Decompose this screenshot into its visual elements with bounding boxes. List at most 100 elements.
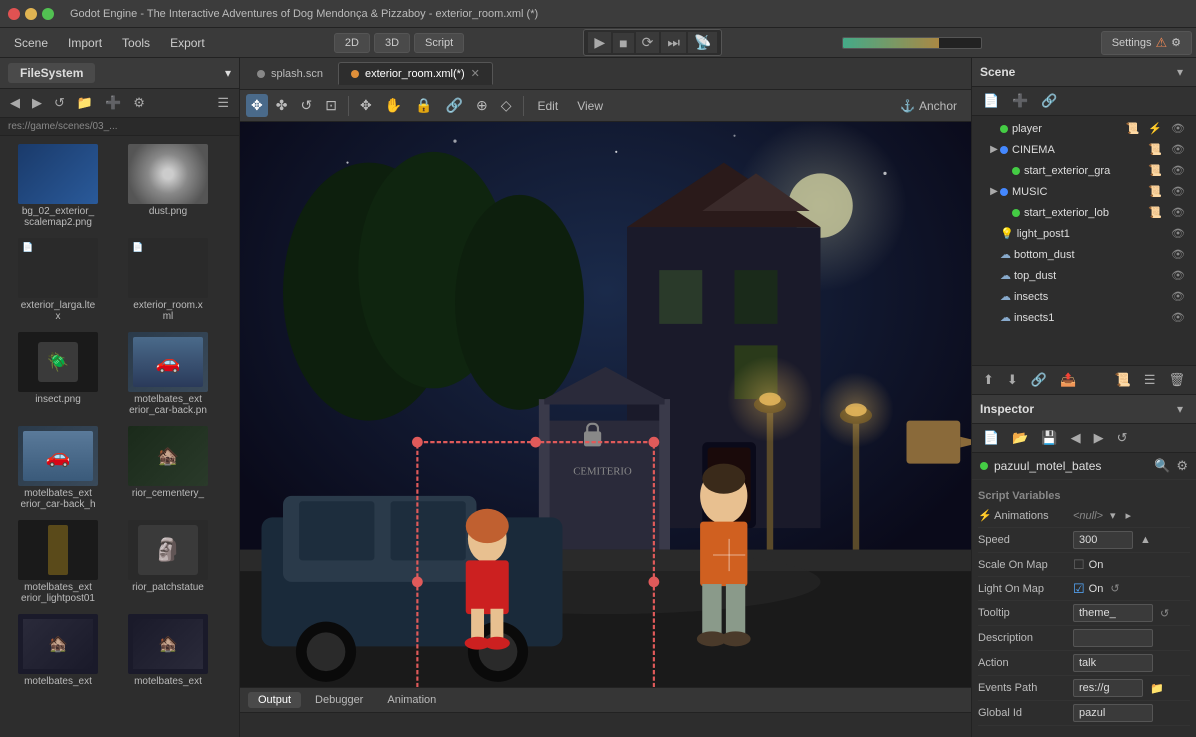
inspector-undo-button[interactable]: ↺ <box>1112 428 1133 448</box>
tree-script-button[interactable]: 📜 <box>1145 163 1165 178</box>
light-on-map-reset-button[interactable]: ↺ <box>1107 581 1122 596</box>
tree-arrow[interactable]: ▶ <box>988 186 1000 197</box>
tree-eye-button[interactable]: 👁 <box>1168 163 1188 178</box>
tree-script-button[interactable]: 📜 <box>1145 205 1165 220</box>
action-input[interactable] <box>1073 654 1153 672</box>
scale-tool-button[interactable]: ⊡ <box>320 94 342 117</box>
scene-tree-up-button[interactable]: ⬆ <box>978 370 999 390</box>
add-tool-button[interactable]: ⊕ <box>471 94 493 117</box>
inspector-gear-button[interactable]: ⚙ <box>1176 458 1188 474</box>
tab-output[interactable]: Output <box>248 692 301 708</box>
pan-tool-button[interactable]: ✋ <box>380 94 407 117</box>
select-tool-button[interactable]: ✥ <box>246 94 268 117</box>
lock-tool-button[interactable]: 🔒 <box>410 94 437 117</box>
2d-button[interactable]: 2D <box>334 33 370 53</box>
maximize-button[interactable] <box>42 8 54 20</box>
settings-button[interactable]: Settings ⚠ ⚙ <box>1101 31 1192 55</box>
tree-eye-button[interactable]: 👁 <box>1168 268 1188 283</box>
transform-tool-button[interactable]: ✥ <box>355 94 377 117</box>
tree-eye-button[interactable]: 👁 <box>1168 226 1188 241</box>
tree-eye-button[interactable]: 👁 <box>1168 289 1188 304</box>
tree-eye-button[interactable]: 👁 <box>1168 121 1188 136</box>
pause-button[interactable]: ⟳ <box>636 32 660 53</box>
menu-tools[interactable]: Tools <box>112 32 160 54</box>
speed-up-button[interactable]: ▲ <box>1137 533 1154 547</box>
stop-button[interactable]: ■ <box>613 33 633 53</box>
scene-expand-icon[interactable]: ▾ <box>1172 63 1188 81</box>
fs-new-folder-button[interactable]: 📁 <box>73 93 97 113</box>
tab-close-button[interactable]: ✕ <box>471 67 480 80</box>
tree-item-light-post1[interactable]: 💡 light_post1 👁 <box>972 223 1196 244</box>
scene-tree-script-view-button[interactable]: 📜 <box>1110 370 1136 390</box>
step-button[interactable]: ⏭ <box>661 32 686 53</box>
tab-exterior[interactable]: exterior_room.xml(*) ✕ <box>338 62 493 85</box>
script-button[interactable]: Script <box>414 33 464 53</box>
fs-list-view-button[interactable]: ☰ <box>213 93 233 113</box>
file-item[interactable]: 🗿 rior_patchstatue <box>114 516 222 608</box>
move-tool-button[interactable]: ✤ <box>271 94 293 117</box>
bone-tool-button[interactable]: ◇ <box>496 94 517 117</box>
debug-button[interactable]: 📡 <box>688 32 717 53</box>
transport-controls[interactable]: ▶ ■ ⟳ ⏭ 📡 <box>583 29 722 56</box>
tree-script-button[interactable]: 📜 <box>1145 184 1165 199</box>
tree-script-button[interactable]: 📜 <box>1145 142 1165 157</box>
inspector-expand-icon[interactable]: ▾ <box>1172 400 1188 418</box>
minimize-button[interactable] <box>25 8 37 20</box>
3d-button[interactable]: 3D <box>374 33 410 53</box>
file-item[interactable]: 🪲 insect.png <box>4 328 112 420</box>
tree-eye-button[interactable]: 👁 <box>1168 184 1188 199</box>
scene-tree-list-button[interactable]: ☰ <box>1139 370 1161 390</box>
file-item[interactable]: 🏚️ motelbates_ext <box>4 610 112 691</box>
inspector-search-button[interactable]: 🔍 <box>1154 458 1170 474</box>
scene-new-node-button[interactable]: 📄 <box>978 91 1004 111</box>
fs-refresh-button[interactable]: ↺ <box>50 93 69 113</box>
animations-expand-button[interactable]: ▸ <box>1123 508 1135 523</box>
tree-item-insects[interactable]: ☁ insects 👁 <box>972 286 1196 307</box>
tree-eye-button[interactable]: 👁 <box>1168 142 1188 157</box>
file-item[interactable]: bg_02_exterior_scalemap2.png <box>4 140 112 232</box>
inspector-history-open[interactable]: 📂 <box>1007 428 1033 448</box>
file-item[interactable]: 🏚️ rior_cementery_ <box>114 422 222 514</box>
scene-tree-delete-button[interactable]: 🗑 <box>1163 370 1190 390</box>
view-menu-button[interactable]: View <box>569 96 611 116</box>
file-item[interactable]: 📄 exterior_room.xml <box>114 234 222 326</box>
scene-add-child-button[interactable]: ➕ <box>1007 91 1033 111</box>
inspector-history-back[interactable]: 📄 <box>978 428 1004 448</box>
tab-debugger[interactable]: Debugger <box>305 692 373 708</box>
menu-scene[interactable]: Scene <box>4 32 58 54</box>
tree-item-top-dust[interactable]: ☁ top_dust 👁 <box>972 265 1196 286</box>
fs-add-button[interactable]: ➕ <box>101 93 125 113</box>
events-path-input[interactable] <box>1073 679 1143 697</box>
scene-tree-expand-button[interactable]: 📤 <box>1055 370 1081 390</box>
file-item[interactable]: 🚗 motelbates_exterior_car-back.pn <box>114 328 222 420</box>
tree-signal-button[interactable]: ⚡ <box>1145 121 1165 136</box>
rotate-tool-button[interactable]: ↺ <box>295 94 317 117</box>
anchor-button[interactable]: ⚓ Anchor <box>892 96 965 116</box>
tab-splash[interactable]: splash.scn <box>244 63 336 85</box>
file-item[interactable]: 🚗 motelbates_exterior_car-back_h <box>4 422 112 514</box>
inspector-save[interactable]: 💾 <box>1036 428 1062 448</box>
tree-arrow[interactable]: ▶ <box>988 144 1000 155</box>
file-item[interactable]: 📄 exterior_larga.ltex <box>4 234 112 326</box>
description-input[interactable] <box>1073 629 1153 647</box>
global-id-input[interactable] <box>1073 704 1153 722</box>
window-controls[interactable] <box>8 8 54 20</box>
tree-eye-button[interactable]: 👁 <box>1168 310 1188 325</box>
scene-instance-button[interactable]: 🔗 <box>1036 91 1062 111</box>
menu-import[interactable]: Import <box>58 32 112 54</box>
file-item[interactable]: 🏚️ motelbates_ext <box>114 610 222 691</box>
file-item[interactable]: dust.png <box>114 140 222 232</box>
file-item[interactable]: motelbates_exterior_lightpost01 <box>4 516 112 608</box>
viewport[interactable]: CEMITERIO <box>240 122 971 687</box>
tooltip-reset-button[interactable]: ↺ <box>1157 606 1172 621</box>
tree-item-insects1[interactable]: ☁ insects1 👁 <box>972 307 1196 328</box>
inspector-prev-button[interactable]: ◀ <box>1066 428 1086 448</box>
menu-export[interactable]: Export <box>160 32 215 54</box>
edit-menu-button[interactable]: Edit <box>530 96 567 116</box>
animations-dropdown-button[interactable]: ▾ <box>1107 508 1119 523</box>
close-button[interactable] <box>8 8 20 20</box>
tree-eye-button[interactable]: 👁 <box>1168 205 1188 220</box>
fs-forward-button[interactable]: ▶ <box>28 93 46 113</box>
fs-settings-button[interactable]: ⚙ <box>129 93 149 113</box>
light-on-map-checkbox[interactable]: ☑ <box>1073 581 1085 597</box>
